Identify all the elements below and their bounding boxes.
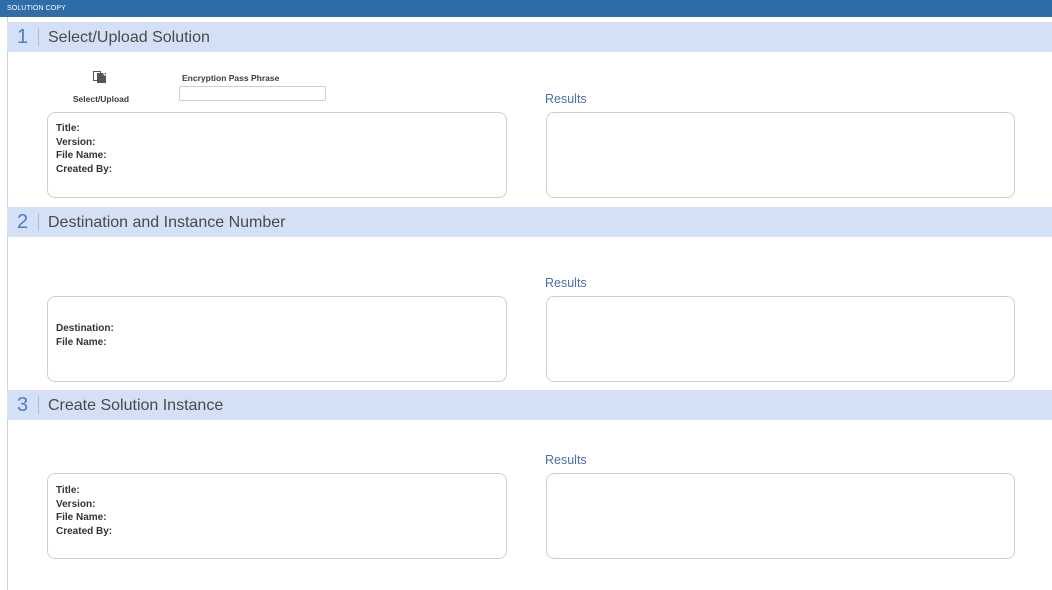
section-3-number: 3 (17, 394, 29, 416)
info-destination-label: Destination: (56, 323, 114, 334)
info-title-label: Title: (56, 123, 80, 134)
info-file-name-label: File Name: (56, 512, 107, 523)
info-version-label: Version: (56, 136, 96, 148)
section-2-number: 2 (17, 211, 29, 233)
section-2-results-box[interactable] (546, 296, 1015, 382)
upload-copy-icon (93, 71, 106, 83)
section-2-destination-info-box: Destination: File Name: (47, 296, 507, 382)
section-2-header: 2 Destination and Instance Number (7, 207, 1052, 237)
info-file-name-label: File Name: (56, 336, 107, 348)
section-1-info-lines: Title: Version: File Name: Created By: (56, 122, 112, 176)
page-header-title: SOLUTION COPY (7, 5, 66, 12)
section-3-results-label: Results (545, 453, 587, 467)
section-3-results-box[interactable] (546, 473, 1015, 559)
top-bar: SOLUTION COPY (0, 0, 1052, 17)
info-title-label: Title: (56, 485, 80, 496)
section-2-results-label: Results (545, 276, 587, 290)
section-1-divider (38, 28, 39, 46)
select-upload-button[interactable]: Select/Upload (62, 69, 140, 107)
section-1-header: 1 Select/Upload Solution (7, 22, 1052, 52)
section-3-instance-info-box: Title: Version: File Name: Created By: (47, 473, 507, 559)
info-file-name-label: File Name: (56, 150, 107, 161)
section-3-title: Create Solution Instance (48, 397, 224, 414)
encryption-pass-phrase-label: Encryption Pass Phrase (182, 73, 280, 83)
info-created-by-label: Created By: (56, 163, 113, 175)
encryption-pass-phrase-input[interactable] (179, 86, 326, 101)
section-1-results-label: Results (545, 92, 587, 106)
section-2-divider (38, 213, 39, 231)
section-1-title: Select/Upload Solution (48, 29, 210, 46)
section-3-header: 3 Create Solution Instance (7, 390, 1052, 420)
section-3-info-lines: Title: Version: File Name: Created By: (56, 484, 112, 538)
section-1-number: 1 (17, 26, 29, 48)
select-upload-label: Select/Upload (72, 94, 130, 104)
left-rule (7, 17, 8, 590)
section-1-results-box[interactable] (546, 112, 1015, 198)
info-version-label: Version: (56, 498, 96, 510)
section-2-info-lines: Destination: File Name: (56, 322, 114, 349)
solution-copy-page: SOLUTION COPY 1 Select/Upload Solution S… (0, 0, 1052, 590)
section-3-divider (38, 396, 39, 414)
section-2-title: Destination and Instance Number (48, 214, 286, 231)
info-created-by-label: Created By: (56, 525, 113, 537)
section-1-solution-info-box: Title: Version: File Name: Created By: (47, 112, 507, 198)
